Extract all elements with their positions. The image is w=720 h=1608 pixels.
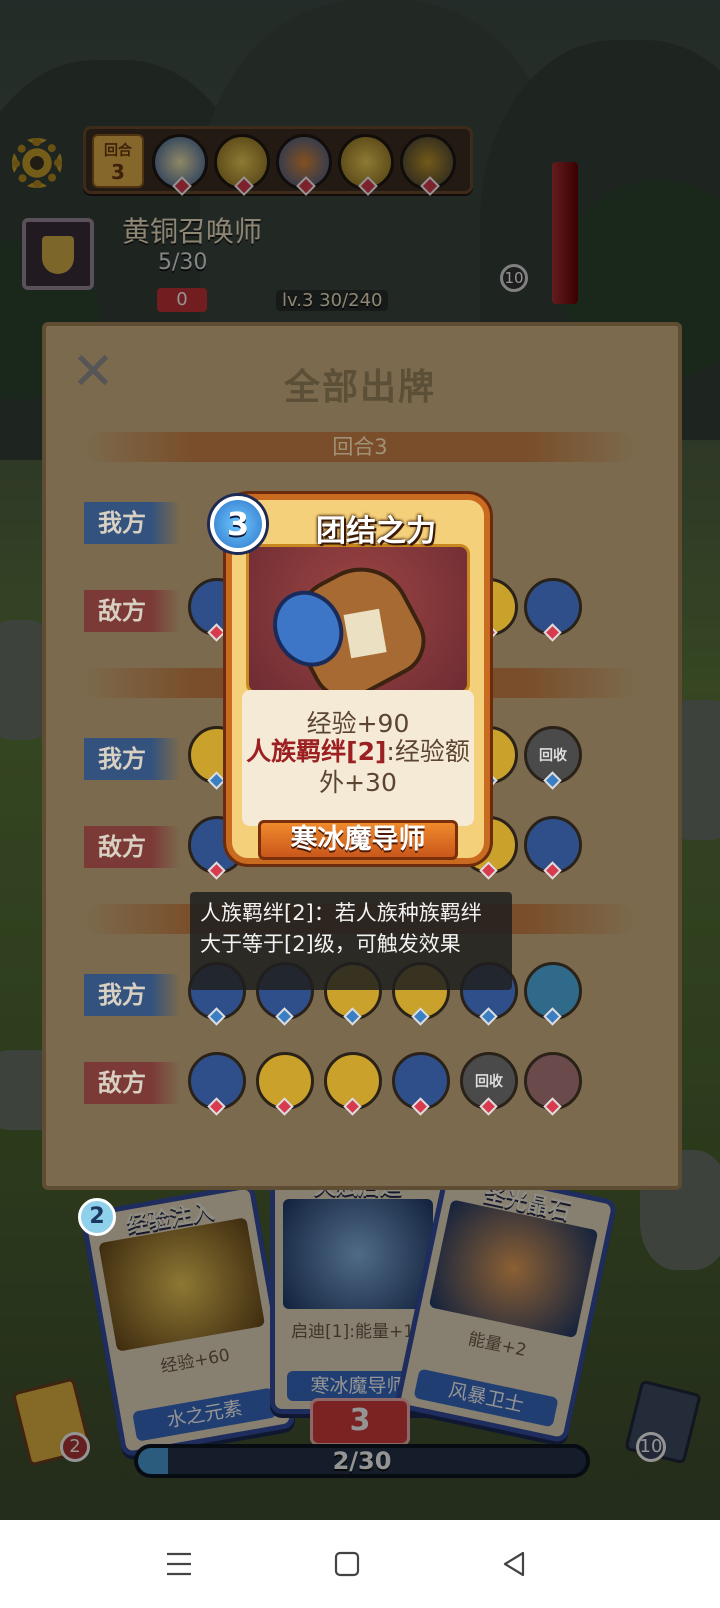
card-detail-popup: 经验 团结之力 3 经验+90 人族羁绊[2]:经验额外+30 寒冰魔导师: [210, 494, 490, 864]
card-cost: 3: [210, 496, 266, 552]
card-art: 经验: [246, 544, 470, 731]
menu-icon[interactable]: [155, 1540, 203, 1588]
round-header-label: 回合3: [332, 435, 388, 459]
mine-tag: 我方: [84, 502, 180, 544]
hand-card-cost: 2: [78, 1198, 116, 1236]
card-slot[interactable]: [392, 1052, 450, 1116]
enemy-tag: 敌方: [84, 590, 180, 632]
card-title: 团结之力: [316, 514, 436, 549]
enemy-tag: 敌方: [84, 826, 180, 868]
card-effect: 经验+90: [306, 709, 410, 738]
recycle-label: 回收: [475, 1074, 503, 1090]
recycle-label: 回收: [539, 748, 567, 764]
handshake-icon: [275, 549, 439, 713]
back-triangle-icon[interactable]: [490, 1540, 538, 1588]
card-slot[interactable]: [524, 578, 582, 642]
card-slot[interactable]: [524, 1052, 582, 1116]
home-square-icon[interactable]: [323, 1540, 371, 1588]
card-slot[interactable]: [324, 1052, 382, 1116]
modal-title: 全部出牌: [283, 367, 436, 408]
round-header: 回合3: [84, 432, 636, 462]
card-slot[interactable]: [256, 1052, 314, 1116]
recycle-slot[interactable]: 回收: [524, 726, 582, 790]
system-nav-bar: [0, 1520, 720, 1608]
mine-tag: 我方: [84, 738, 180, 780]
card-slot[interactable]: [524, 816, 582, 880]
card-bond-effect: 人族羁绊[2]:经验额外+30: [240, 736, 476, 798]
card-owner: 寒冰魔导师: [258, 820, 458, 860]
card-slot[interactable]: [188, 1052, 246, 1116]
enemy-tag: 敌方: [84, 1062, 180, 1104]
bond-name[interactable]: 人族羁绊[2]: [246, 737, 386, 766]
mine-tag: 我方: [84, 974, 180, 1016]
card-slot[interactable]: [524, 962, 582, 1026]
recycle-slot[interactable]: 回收: [460, 1052, 518, 1116]
bond-tooltip: 人族羁绊[2]：若人族种族羁绊大于等于[2]级，可触发效果: [190, 892, 512, 990]
